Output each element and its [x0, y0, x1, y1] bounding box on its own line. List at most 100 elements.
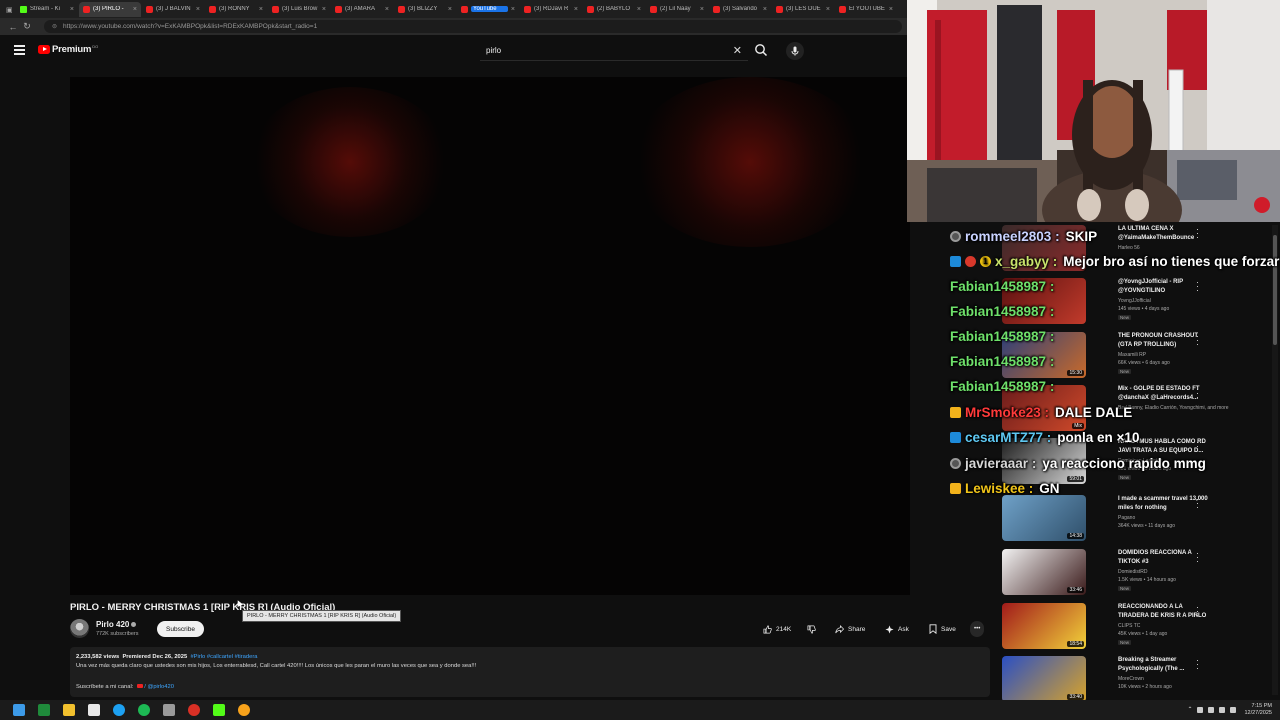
close-tab-icon[interactable]: × — [133, 6, 137, 13]
browser-tab[interactable]: (3) RDJavi R × — [520, 2, 582, 17]
more-options-icon[interactable]: · · · — [1196, 656, 1200, 673]
volume-tray-icon[interactable] — [1219, 706, 1226, 713]
search-icon[interactable] — [754, 43, 768, 57]
close-tab-icon[interactable]: × — [889, 6, 893, 13]
browser-tab[interactable]: El YOUTUBE × — [835, 2, 897, 17]
chat-message-text: GN — [1039, 480, 1060, 496]
title-tooltip: PIRLO - MERRY CHRISTMAS 1 [RIP KRIS R] (… — [242, 610, 402, 622]
spotify-icon[interactable] — [138, 704, 150, 716]
related-video-item[interactable]: 18:54 REACCIONANDO A LA TIRADERA DE KRIS … — [1002, 603, 1272, 653]
ask-button[interactable]: Ask — [880, 621, 914, 637]
browser-tab[interactable]: YouTube × — [457, 2, 519, 17]
new-badge: New — [1118, 640, 1132, 645]
voice-search-mic-icon[interactable] — [786, 42, 804, 60]
browser-tab[interactable]: Stream - Ki × — [16, 2, 78, 17]
search-input[interactable] — [480, 46, 720, 55]
subscribe-prompt: Suscríbete a mi canal: — [76, 683, 134, 690]
close-tab-icon[interactable]: × — [196, 6, 200, 13]
close-tab-icon[interactable]: × — [259, 6, 263, 13]
youtube-premium-logo[interactable]: Premium DO — [38, 44, 98, 55]
channel-avatar[interactable] — [70, 619, 89, 638]
close-tab-icon[interactable]: × — [826, 6, 830, 13]
hamburger-menu-icon[interactable] — [14, 45, 25, 55]
clock[interactable]: 7:15 PM 12/27/2025 — [1244, 703, 1272, 716]
chat-username-text: cesarMTZ77 — [965, 429, 1044, 445]
view-count: 2,233,582 views — [76, 654, 120, 660]
related-video-item[interactable]: 33:40 Breaking a Streamer Psychologically… — [1002, 656, 1272, 700]
browser-tab[interactable]: (2) BABYLO × — [583, 2, 645, 17]
video-description[interactable]: 2,233,582 views Premiered Dec 26, 2025 #… — [70, 647, 990, 697]
url-field[interactable]: ⊜ https://www.youtube.com/watch?v=ExKAMB… — [44, 20, 902, 33]
reload-icon[interactable]: ↻ — [20, 21, 34, 32]
start-windows-icon[interactable] — [13, 704, 25, 716]
browser-tab[interactable]: (3) RONNY × — [205, 2, 267, 17]
related-video-thumbnail[interactable]: 14:38 — [1002, 495, 1086, 541]
taskbar-document-icon[interactable] — [88, 704, 100, 716]
browser-tab[interactable]: (3) LES DUE × — [772, 2, 834, 17]
close-tab-icon[interactable]: × — [700, 6, 704, 13]
chat-username-text: javieraaar — [965, 455, 1029, 471]
dislike-button[interactable] — [802, 621, 825, 637]
share-button[interactable]: Share — [830, 621, 870, 637]
related-video-item[interactable]: 14:38 I made a scammer travel 13,000 mile… — [1002, 495, 1272, 545]
tray-chevron-icon[interactable]: ⌃ — [1187, 706, 1192, 713]
browser-tab[interactable]: (3) PIRLO - × — [79, 1, 141, 17]
video-player[interactable] — [70, 77, 910, 595]
premiere-date: Premiered Dec 26, 2025 — [122, 654, 188, 660]
chat-badge-icon — [965, 255, 976, 267]
save-button[interactable]: Save — [924, 621, 961, 637]
chat-message-text: ya reacciono rapido mmg — [1042, 455, 1206, 471]
browser-tab-title: (3) Luis Brow — [282, 6, 318, 12]
related-video-thumbnail[interactable]: 18:54 — [1002, 603, 1086, 649]
related-video-thumbnail[interactable]: 33:46 — [1002, 549, 1086, 595]
battery-tray-icon[interactable] — [1230, 706, 1237, 713]
close-tab-icon[interactable]: × — [511, 6, 515, 13]
file-explorer-icon[interactable] — [63, 704, 75, 716]
chat-message: Fabian1458987 : — [950, 376, 1060, 396]
browser-tab[interactable]: (3) BLIZZY × — [394, 2, 456, 17]
browser-tab[interactable]: (2) Lil Naay × — [646, 2, 708, 17]
like-button[interactable]: 214K — [758, 621, 796, 637]
browser-tab[interactable]: (3) J BALVIN × — [142, 2, 204, 17]
close-tab-icon[interactable]: × — [448, 6, 452, 13]
close-tab-icon[interactable]: × — [385, 6, 389, 13]
taskbar-tool-icon[interactable] — [163, 704, 175, 716]
related-video-item[interactable]: 33:46 DOMIDIOS REACCIONA A TIKTOK #3 Domie… — [1002, 549, 1272, 599]
clear-search-icon[interactable]: ✕ — [733, 44, 742, 57]
close-tab-icon[interactable]: × — [763, 6, 767, 13]
browser-tab[interactable]: (3) Salvando × — [709, 2, 771, 17]
site-info-icon[interactable]: ⊜ — [52, 23, 57, 30]
chrome-browser-icon[interactable] — [188, 704, 200, 716]
windows-taskbar: ⌃ 7:15 PM 12/27/2025 — [0, 700, 1280, 720]
close-tab-icon[interactable]: × — [70, 6, 74, 13]
close-tab-icon[interactable]: × — [637, 6, 641, 13]
browser-tab-title: YouTube — [471, 6, 508, 12]
channel-name-link[interactable]: Pirlo 420 — [96, 620, 137, 629]
close-tab-icon[interactable]: × — [574, 6, 578, 13]
back-icon[interactable]: ← — [6, 22, 20, 32]
close-tab-icon[interactable]: × — [322, 6, 326, 13]
screen: ▣ Stream - Ki × (3) PIRLO - × (3) J BALVIN ×… — [0, 0, 1280, 720]
related-video-meta: 1.5K views • 14 hours ago — [1118, 577, 1176, 583]
related-video-thumbnail[interactable]: 33:40 — [1002, 656, 1086, 700]
subscribe-button[interactable]: Subscribe — [157, 621, 204, 637]
network-tray-icon[interactable] — [1208, 706, 1215, 713]
channel-link[interactable]: / @pirlo420 — [144, 684, 174, 690]
hashtags[interactable]: #Pirlo #callcartel #tiradera — [190, 654, 257, 660]
more-options-icon[interactable]: · · · — [1196, 549, 1200, 566]
more-actions-button[interactable]: ••• — [970, 621, 985, 637]
more-options-icon[interactable]: · · · — [1196, 603, 1200, 620]
chat-username: Fabian1458987 : — [950, 329, 1054, 344]
chat-message: rommeel2803 : SKIP — [950, 226, 1097, 246]
taskbar-app-icon-1[interactable] — [38, 704, 50, 716]
browser-tab[interactable]: (3) Luis Brow × — [268, 2, 330, 17]
kick-app-icon[interactable] — [213, 704, 225, 716]
logo-text: Premium — [52, 44, 92, 55]
browser-tab[interactable]: (3) AMARA × — [331, 2, 393, 17]
edge-browser-icon[interactable] — [113, 704, 125, 716]
browser-tab-title: (3) AMARA — [345, 6, 376, 12]
window-menu-icon[interactable]: ▣ — [6, 6, 13, 14]
browser-tab-title: (3) J BALVIN — [156, 6, 191, 12]
mic-tray-icon[interactable] — [1197, 706, 1204, 713]
taskbar-orange-app-icon[interactable] — [238, 704, 250, 716]
